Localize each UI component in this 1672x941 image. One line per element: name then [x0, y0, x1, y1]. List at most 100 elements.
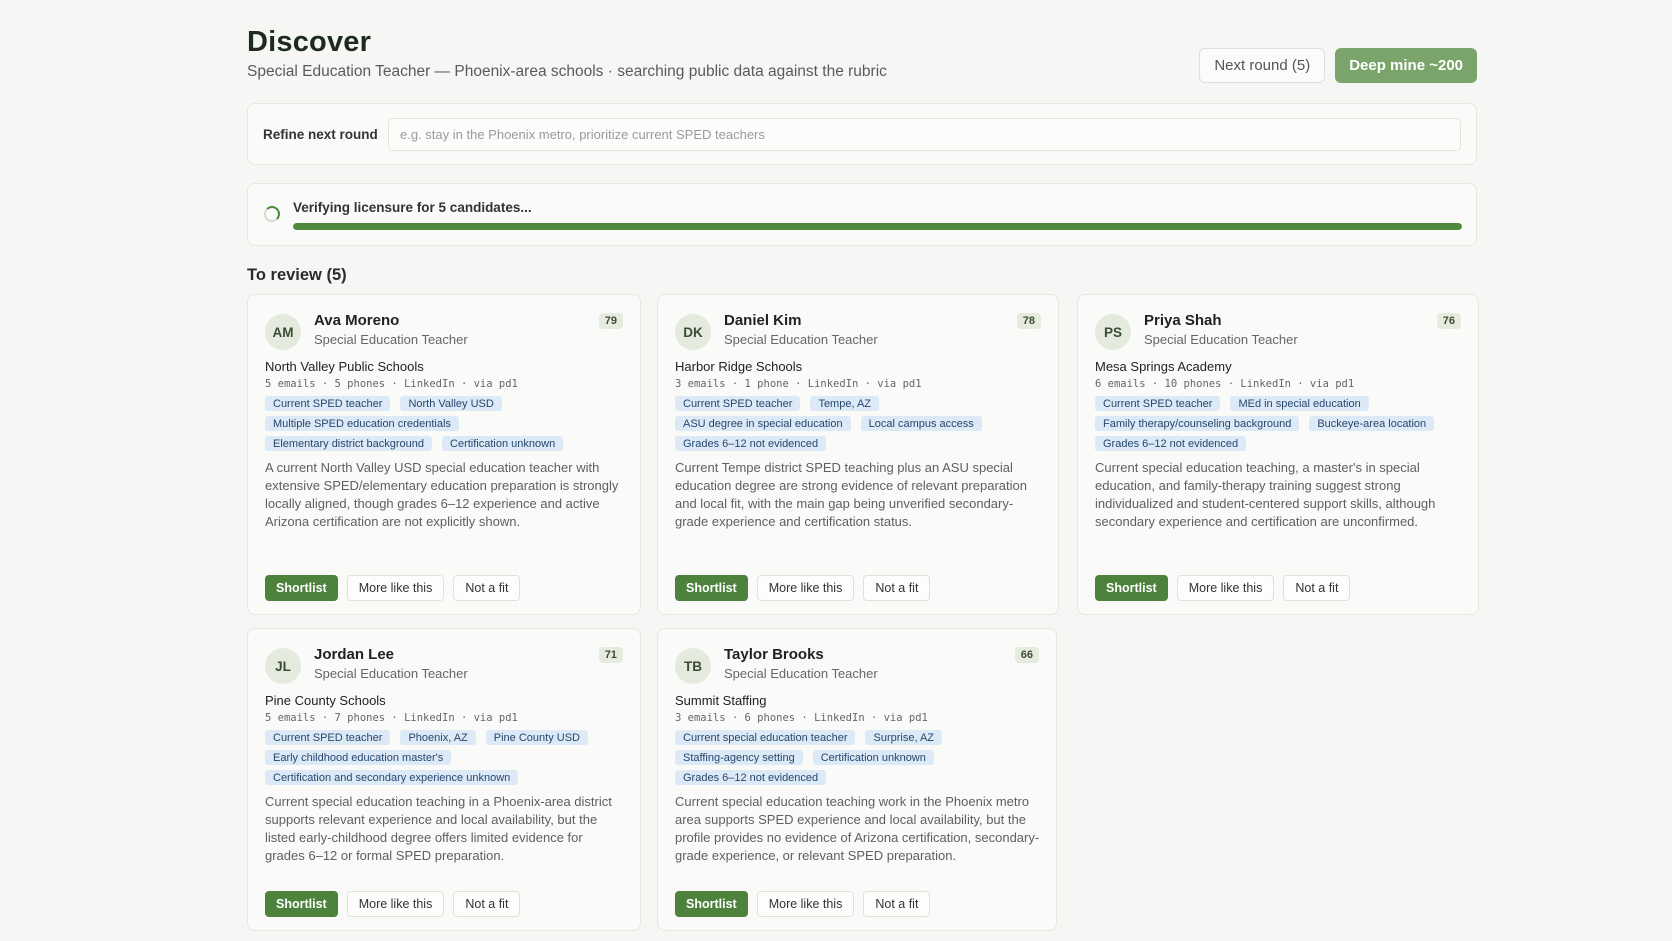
score-badge: 71 [598, 647, 623, 663]
shortlist-button[interactable]: Shortlist [675, 891, 748, 917]
candidate-role: Special Education Teacher [1144, 332, 1298, 347]
not-a-fit-button[interactable]: Not a fit [1283, 575, 1351, 601]
candidate-name[interactable]: Taylor Brooks [724, 646, 824, 663]
score-badge: 66 [1014, 647, 1039, 663]
candidate-tag: Local campus access [860, 416, 982, 431]
candidate-tag: Staffing-agency setting [675, 750, 803, 765]
candidate-actions: Shortlist More like this Not a fit [265, 575, 521, 601]
candidate-details: Summit Staffing 3 emails · 6 phones · Li… [675, 693, 1041, 865]
candidate-role: Special Education Teacher [314, 666, 468, 681]
avatar: PS [1095, 314, 1131, 350]
candidate-tag: Certification unknown [442, 436, 564, 451]
more-like-this-button[interactable]: More like this [756, 575, 855, 601]
candidate-organization: Mesa Springs Academy [1095, 359, 1232, 374]
candidate-role: Special Education Teacher [724, 666, 878, 681]
candidate-tag: Grades 6–12 not evidenced [1095, 436, 1247, 451]
shortlist-button[interactable]: Shortlist [675, 575, 748, 601]
candidate-role: Special Education Teacher [314, 332, 468, 347]
progress-bar [293, 223, 1462, 230]
candidate-tag: Certification unknown [812, 750, 934, 765]
candidate-summary: Current special education teaching work … [675, 794, 1040, 863]
candidate-details: Mesa Springs Academy 6 emails · 10 phone… [1095, 359, 1463, 531]
candidate-tag: Tempe, AZ [810, 396, 880, 411]
candidate-contact-meta: 3 emails · 1 phone · LinkedIn · via pd1 [675, 378, 922, 390]
avatar: DK [675, 314, 711, 350]
candidate-tags: Current special education teacher Surpris… [675, 730, 1041, 785]
discover-page: Discover Special Education Teacher — Pho… [247, 0, 1479, 931]
candidate-actions: Shortlist More like this Not a fit [675, 575, 931, 601]
refine-label: Refine next round [263, 126, 378, 142]
avatar: AM [265, 314, 301, 350]
candidate-tag: Current special education teacher [675, 730, 856, 745]
candidate-details: Pine County Schools 5 emails · 7 phones … [265, 693, 625, 865]
candidate-name[interactable]: Daniel Kim [724, 312, 802, 329]
more-like-this-button[interactable]: More like this [756, 891, 855, 917]
refine-input[interactable] [388, 117, 1461, 151]
candidate-tag: North Valley USD [400, 396, 502, 411]
progress-bar-fill [293, 223, 1462, 230]
progress-panel: Verifying licensure for 5 candidates... [247, 183, 1477, 246]
candidate-card: JL Jordan Lee Special Education Teacher … [247, 628, 641, 931]
candidate-contact-meta: 5 emails · 7 phones · LinkedIn · via pd1 [265, 712, 518, 724]
candidate-details: Harbor Ridge Schools 3 emails · 1 phone … [675, 359, 1043, 531]
more-like-this-button[interactable]: More like this [346, 575, 445, 601]
candidate-organization: Pine County Schools [265, 693, 386, 708]
next-round-button[interactable]: Next round (5) [1199, 48, 1326, 83]
candidate-contact-meta: 5 emails · 5 phones · LinkedIn · via pd1 [265, 378, 518, 390]
loading-spinner-icon [264, 206, 280, 222]
header-actions: Next round (5) Deep mine ~200 [1199, 48, 1477, 83]
candidate-contact-meta: 3 emails · 6 phones · LinkedIn · via pd1 [675, 712, 928, 724]
candidate-name[interactable]: Jordan Lee [314, 646, 394, 663]
candidate-tag: Current SPED teacher [1095, 396, 1221, 411]
candidate-tag: Pine County USD [485, 730, 588, 745]
candidate-organization: Harbor Ridge Schools [675, 359, 803, 374]
shortlist-button[interactable]: Shortlist [1095, 575, 1168, 601]
candidate-summary: Current special education teaching, a ma… [1095, 460, 1436, 529]
candidate-organization: Summit Staffing [675, 693, 767, 708]
candidate-tag: Current SPED teacher [265, 396, 391, 411]
not-a-fit-button[interactable]: Not a fit [453, 575, 521, 601]
candidate-actions: Shortlist More like this Not a fit [675, 891, 931, 917]
not-a-fit-button[interactable]: Not a fit [453, 891, 521, 917]
candidate-summary: Current special education teaching in a … [265, 794, 612, 863]
deep-mine-button[interactable]: Deep mine ~200 [1335, 48, 1477, 83]
candidate-summary: Current Tempe district SPED teaching plu… [675, 460, 1027, 529]
shortlist-button[interactable]: Shortlist [265, 575, 338, 601]
shortlist-button[interactable]: Shortlist [265, 891, 338, 917]
page-header: Discover Special Education Teacher — Pho… [247, 0, 1477, 96]
candidate-tag: Family therapy/counseling background [1095, 416, 1300, 431]
page-subtitle: Special Education Teacher — Phoenix-area… [247, 63, 887, 80]
score-badge: 79 [598, 313, 623, 329]
candidate-organization: North Valley Public Schools [265, 359, 424, 374]
score-badge: 78 [1016, 313, 1041, 329]
candidate-tags: Current SPED teacher Tempe, AZ ASU degree … [675, 396, 1043, 451]
candidate-details: North Valley Public Schools 5 emails · 5… [265, 359, 625, 531]
candidate-card: TB Taylor Brooks Special Education Teach… [657, 628, 1057, 931]
candidate-tag: ASU degree in special education [675, 416, 851, 431]
to-review-heading: To review (5) [247, 266, 347, 284]
page-title: Discover [247, 26, 372, 58]
refine-panel: Refine next round [247, 103, 1477, 165]
candidate-name[interactable]: Priya Shah [1144, 312, 1222, 329]
candidate-card: PS Priya Shah Special Education Teacher … [1077, 294, 1479, 615]
score-badge: 76 [1436, 313, 1461, 329]
candidate-tag: Elementary district background [265, 436, 433, 451]
not-a-fit-button[interactable]: Not a fit [863, 575, 931, 601]
not-a-fit-button[interactable]: Not a fit [863, 891, 931, 917]
candidate-contact-meta: 6 emails · 10 phones · LinkedIn · via pd… [1095, 378, 1355, 390]
candidate-tag: Certification and secondary experience u… [265, 770, 519, 785]
candidate-summary: A current North Valley USD special educa… [265, 460, 619, 529]
candidate-tags: Current SPED teacher North Valley USD Mult… [265, 396, 625, 451]
candidate-tags: Current SPED teacher Phoenix, AZ Pine Coun… [265, 730, 625, 785]
candidate-tag: Multiple SPED education credentials [265, 416, 459, 431]
candidate-actions: Shortlist More like this Not a fit [1095, 575, 1351, 601]
candidate-card: AM Ava Moreno Special Education Teacher … [247, 294, 641, 615]
candidate-tag: Surprise, AZ [865, 730, 943, 745]
more-like-this-button[interactable]: More like this [346, 891, 445, 917]
candidate-tag: Early childhood education master's [265, 750, 452, 765]
candidate-name[interactable]: Ava Moreno [314, 312, 399, 329]
more-like-this-button[interactable]: More like this [1176, 575, 1275, 601]
candidate-tags: Current SPED teacher MEd in special educa… [1095, 396, 1463, 451]
candidate-tag: Phoenix, AZ [400, 730, 476, 745]
candidate-tag: Current SPED teacher [675, 396, 801, 411]
